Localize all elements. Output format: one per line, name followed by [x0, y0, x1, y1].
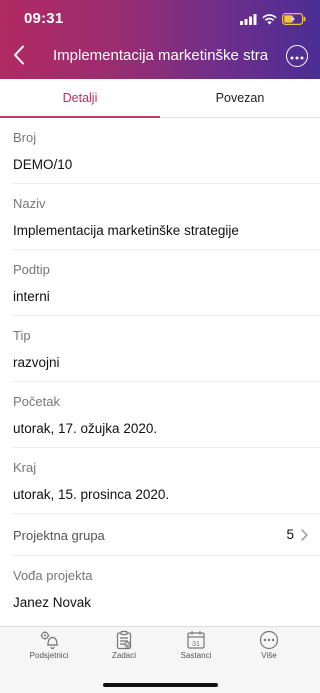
- chevron-left-icon: [13, 45, 25, 70]
- field-pocetak: Početak utorak, 17. ožujka 2020.: [0, 382, 320, 448]
- tabbar-item-podsjetnici[interactable]: Podsjetnici: [14, 630, 84, 670]
- field-label: Vođa projekta: [13, 568, 93, 583]
- clipboard-icon: [89, 630, 159, 650]
- field-value: Implementacija marketinške strategije: [13, 223, 239, 238]
- more-options-button[interactable]: [286, 45, 308, 67]
- field-value: utorak, 17. ožujka 2020.: [13, 421, 158, 436]
- more-icon: [290, 47, 304, 65]
- battery-icon: [282, 12, 306, 30]
- tabbar-label: Zadaci: [111, 651, 136, 660]
- project-group-count: 5: [286, 527, 294, 542]
- field-label: Kraj: [13, 460, 37, 475]
- field-broj: Broj DEMO/10: [0, 118, 320, 184]
- field-value: interni: [13, 289, 50, 304]
- field-label: Početak: [13, 394, 60, 409]
- status-time: 09:31: [24, 10, 64, 27]
- calendar-icon: 31: [161, 630, 231, 650]
- signal-icon: [240, 12, 257, 30]
- field-tip: Tip razvojni: [0, 316, 320, 382]
- back-button[interactable]: [8, 44, 30, 70]
- field-kraj: Kraj utorak, 15. prosinca 2020.: [0, 448, 320, 514]
- tabbar-label: Podsjetnici: [29, 651, 69, 660]
- page-title: Implementacija marketinške strategije: [53, 47, 268, 64]
- field-label: Tip: [13, 328, 31, 343]
- nav-bar: Implementacija marketinške strategije: [0, 36, 320, 79]
- field-label: Broj: [13, 130, 37, 145]
- field-naziv: Naziv Implementacija marketinške strateg…: [0, 184, 320, 250]
- tabbar-item-sastanci[interactable]: 31 Sastanci: [161, 630, 231, 670]
- tab-povezan[interactable]: Povezan: [160, 79, 320, 117]
- field-value: DEMO/10: [13, 157, 73, 172]
- tabbar-label: Više: [261, 651, 277, 660]
- status-bar: 09:31: [0, 0, 320, 36]
- app-header: 09:31 Implementacija marketinške stra: [0, 0, 320, 79]
- segment-tabs: Detalji Povezan: [0, 79, 320, 118]
- calendar-day: 31: [192, 641, 200, 648]
- tabbar-item-vise[interactable]: Više: [234, 630, 304, 670]
- tab-detalji[interactable]: Detalji: [0, 79, 160, 118]
- home-indicator: [103, 683, 218, 687]
- wifi-icon: [262, 12, 277, 30]
- bell-gear-icon: [14, 630, 84, 650]
- tabbar-item-zadaci[interactable]: Zadaci: [89, 630, 159, 670]
- field-podtip: Podtip interni: [0, 250, 320, 316]
- field-value: utorak, 15. prosinca 2020.: [13, 487, 170, 502]
- field-voda-projekta: Vođa projekta Janez Novak: [0, 556, 320, 622]
- chevron-right-icon: [301, 528, 308, 546]
- field-label: Podtip: [13, 262, 50, 277]
- field-value: razvojni: [13, 355, 60, 370]
- project-group-label: Projektna grupa: [13, 528, 105, 543]
- field-label: Naziv: [13, 196, 46, 211]
- more-icon: [234, 630, 304, 650]
- field-value: Janez Novak: [13, 595, 92, 610]
- project-group-row[interactable]: Projektna grupa 5: [0, 514, 320, 556]
- tabbar-label: Sastanci: [180, 651, 212, 660]
- status-icons: [240, 12, 306, 30]
